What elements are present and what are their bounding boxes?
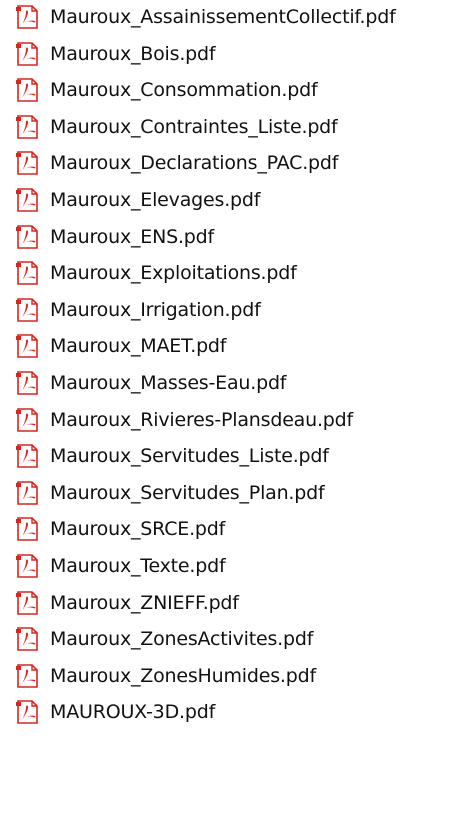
- file-name: Mauroux_ZonesHumides.pdf: [50, 664, 316, 687]
- file-item[interactable]: Mauroux_Elevages.pdf: [14, 183, 260, 217]
- file-item[interactable]: Mauroux_Bois.pdf: [14, 37, 216, 71]
- pdf-icon: [16, 444, 38, 468]
- pdf-icon: [16, 224, 38, 249]
- file-item[interactable]: Mauroux_ZonesActivites.pdf: [14, 622, 313, 656]
- file-item[interactable]: Mauroux_Servitudes_Liste.pdf: [14, 439, 329, 473]
- pdf-icon: [16, 517, 38, 542]
- pdf-icon: [16, 663, 38, 688]
- pdf-icon: [16, 334, 38, 359]
- file-name: Mauroux_Irrigation.pdf: [50, 298, 261, 321]
- file-item[interactable]: Mauroux_ENS.pdf: [14, 220, 214, 254]
- pdf-icon: [16, 151, 38, 176]
- pdf-icon: [16, 5, 38, 29]
- file-name: Mauroux_Declarations_PAC.pdf: [50, 152, 339, 175]
- file-item[interactable]: Mauroux_Irrigation.pdf: [14, 293, 261, 327]
- file-item[interactable]: MAUROUX-3D.pdf: [14, 695, 215, 729]
- file-item[interactable]: Mauroux_Rivieres-Plansdeau.pdf: [14, 403, 353, 437]
- file-list: Mauroux_AssainissementCollectif.pdf Mauro…: [0, 0, 456, 838]
- file-item[interactable]: Mauroux_SRCE.pdf: [14, 512, 225, 546]
- file-item[interactable]: Mauroux_MAET.pdf: [14, 329, 226, 363]
- file-name: Mauroux_ZonesActivites.pdf: [50, 628, 314, 651]
- file-name: Mauroux_Rivieres-Plansdeau.pdf: [50, 408, 354, 431]
- file-name: Mauroux_Contraintes_Liste.pdf: [50, 115, 338, 138]
- file-item[interactable]: Mauroux_ZNIEFF.pdf: [14, 586, 239, 620]
- pdf-icon: [16, 371, 38, 395]
- file-item[interactable]: Mauroux_AssainissementCollectif.pdf: [14, 0, 396, 34]
- file-name: Mauroux_Bois.pdf: [50, 42, 216, 65]
- file-item[interactable]: Mauroux_Declarations_PAC.pdf: [14, 146, 338, 180]
- file-name: Mauroux_AssainissementCollectif.pdf: [50, 6, 396, 28]
- pdf-icon: [16, 480, 38, 505]
- file-name: Mauroux_Elevages.pdf: [50, 189, 261, 211]
- file-item[interactable]: Mauroux_Texte.pdf: [14, 549, 226, 583]
- pdf-icon: [16, 188, 38, 212]
- file-item[interactable]: Mauroux_Servitudes_Plan.pdf: [14, 476, 325, 510]
- file-name: MAUROUX-3D.pdf: [50, 701, 216, 724]
- file-name: Mauroux_Texte.pdf: [50, 555, 226, 577]
- file-item[interactable]: Mauroux_ZonesHumides.pdf: [14, 659, 316, 693]
- file-name: Mauroux_ZNIEFF.pdf: [50, 591, 239, 614]
- pdf-icon: [16, 590, 38, 615]
- file-name: Mauroux_MAET.pdf: [50, 335, 227, 358]
- file-item[interactable]: Mauroux_Contraintes_Liste.pdf: [14, 110, 338, 144]
- file-name: Mauroux_SRCE.pdf: [50, 518, 226, 541]
- pdf-icon: [16, 78, 38, 102]
- file-name: Mauroux_Consommation.pdf: [50, 79, 318, 102]
- pdf-icon: [16, 627, 38, 651]
- pdf-icon: [16, 700, 38, 725]
- file-item[interactable]: Mauroux_Exploitations.pdf: [14, 256, 297, 290]
- pdf-icon: [16, 407, 38, 432]
- pdf-icon: [16, 114, 38, 139]
- file-name: Mauroux_Servitudes_Liste.pdf: [50, 445, 329, 468]
- file-name: Mauroux_ENS.pdf: [50, 225, 215, 248]
- file-item[interactable]: Mauroux_Consommation.pdf: [14, 73, 318, 107]
- pdf-icon: [16, 554, 38, 578]
- file-item[interactable]: Mauroux_Masses-Eau.pdf: [14, 366, 287, 400]
- file-name: Mauroux_Servitudes_Plan.pdf: [50, 481, 325, 504]
- pdf-icon: [16, 261, 38, 285]
- pdf-icon: [16, 41, 38, 66]
- file-name: Mauroux_Exploitations.pdf: [50, 262, 297, 285]
- pdf-icon: [16, 297, 38, 322]
- file-name: Mauroux_Masses-Eau.pdf: [50, 372, 287, 394]
